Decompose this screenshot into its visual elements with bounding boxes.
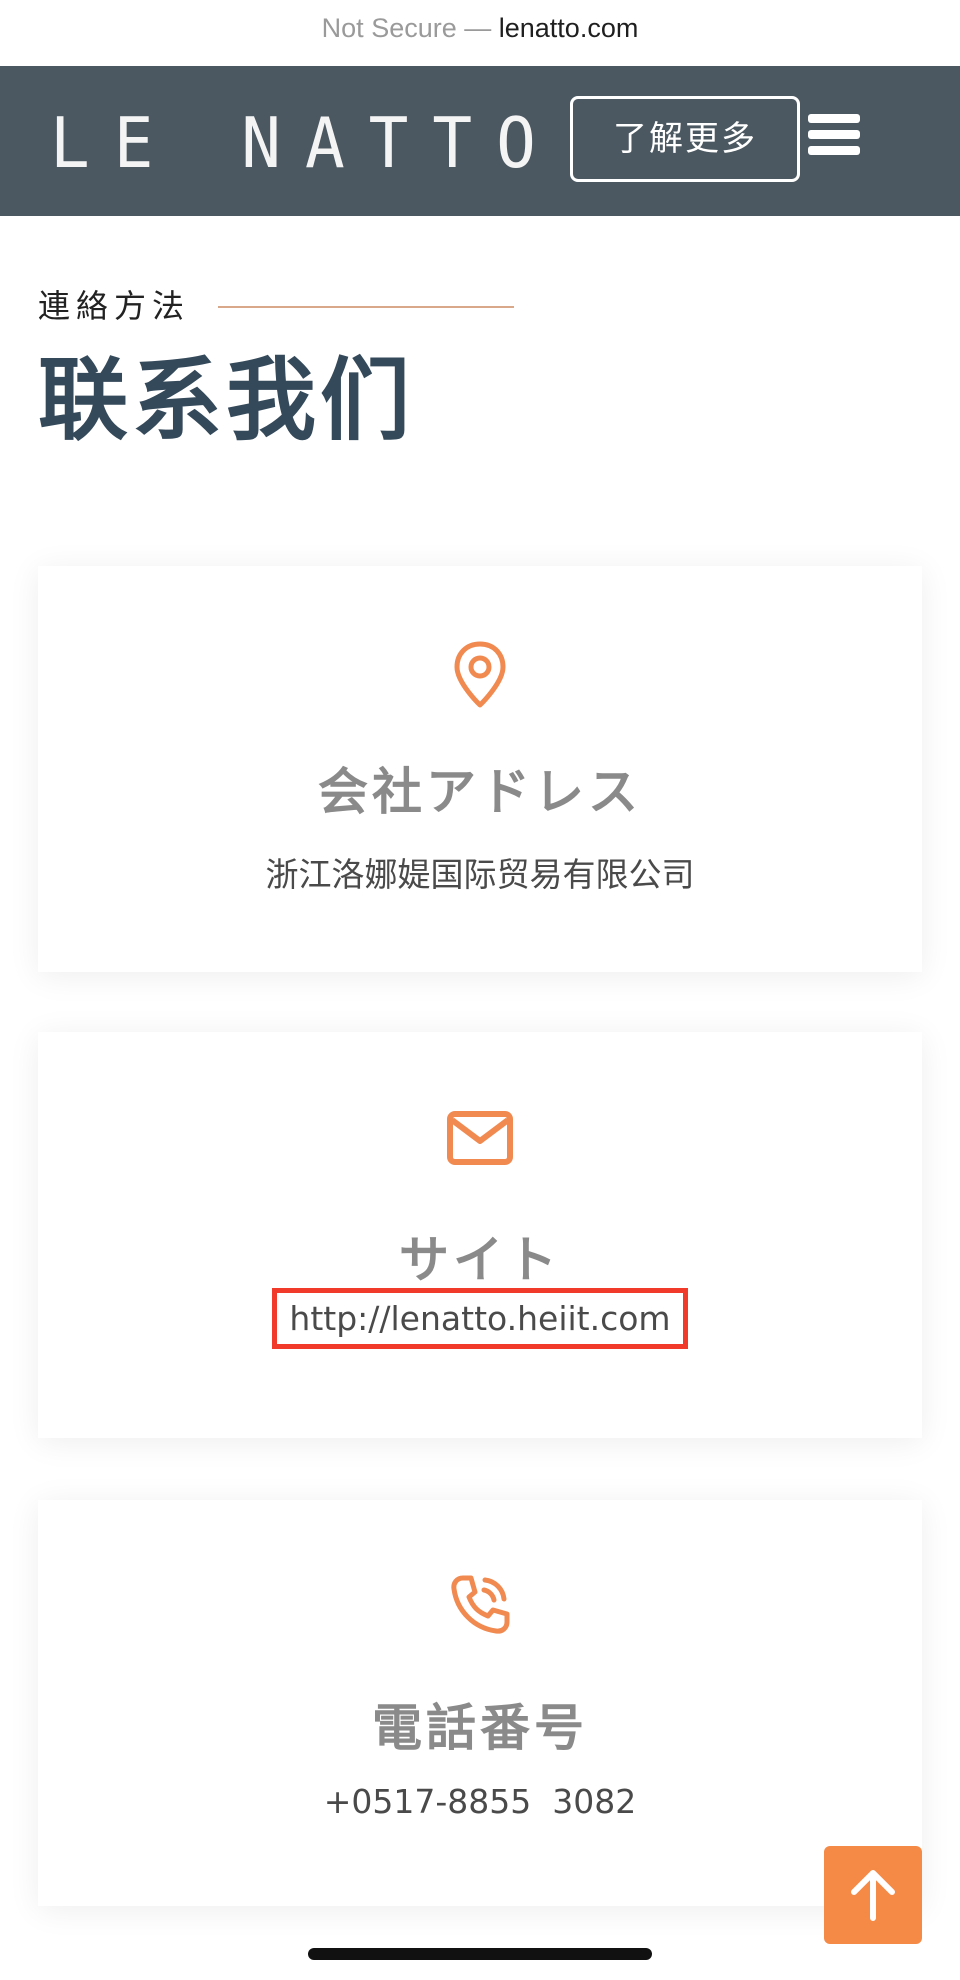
phone-title: 電話番号 [372,1699,588,1757]
brand-logo[interactable]: LE NATTO [50,102,560,186]
envelope-icon [446,1110,514,1166]
home-indicator[interactable] [308,1948,652,1960]
arrow-up-icon [851,1870,895,1921]
phone-card: 電話番号 +0517-8855 3082 [38,1500,922,1906]
url-domain: lenatto.com [498,13,639,43]
scroll-to-top-button[interactable] [824,1846,922,1944]
learn-more-button[interactable]: 了解更多 [570,96,800,182]
phone-number[interactable]: +0517-8855 3082 [38,1782,922,1821]
location-pin-icon [452,640,508,710]
site-link-row: http://lenatto.heiit.com [38,1288,922,1349]
phone-icon[interactable] [447,1572,513,1638]
site-card: サイト http://lenatto.heiit.com [38,1032,922,1438]
address-text: 浙江洛娜媞国际贸易有限公司 [265,855,695,894]
site-header: LE NATTO 了解更多 [0,66,960,216]
hamburger-menu-icon[interactable] [808,112,862,158]
page-title: 联系我们 [38,348,414,453]
eyebrow-divider [218,306,514,308]
site-title: サイト [399,1231,561,1289]
browser-address-bar[interactable]: Not Secure — lenatto.com [0,0,960,66]
security-status: Not Secure — [321,13,499,43]
site-url-link[interactable]: http://lenatto.heiit.com [272,1288,688,1349]
section-eyebrow: 連絡方法 [38,287,191,325]
address-card: 会社アドレス 浙江洛娜媞国际贸易有限公司 [38,566,922,972]
address-title: 会社アドレス [318,763,642,821]
